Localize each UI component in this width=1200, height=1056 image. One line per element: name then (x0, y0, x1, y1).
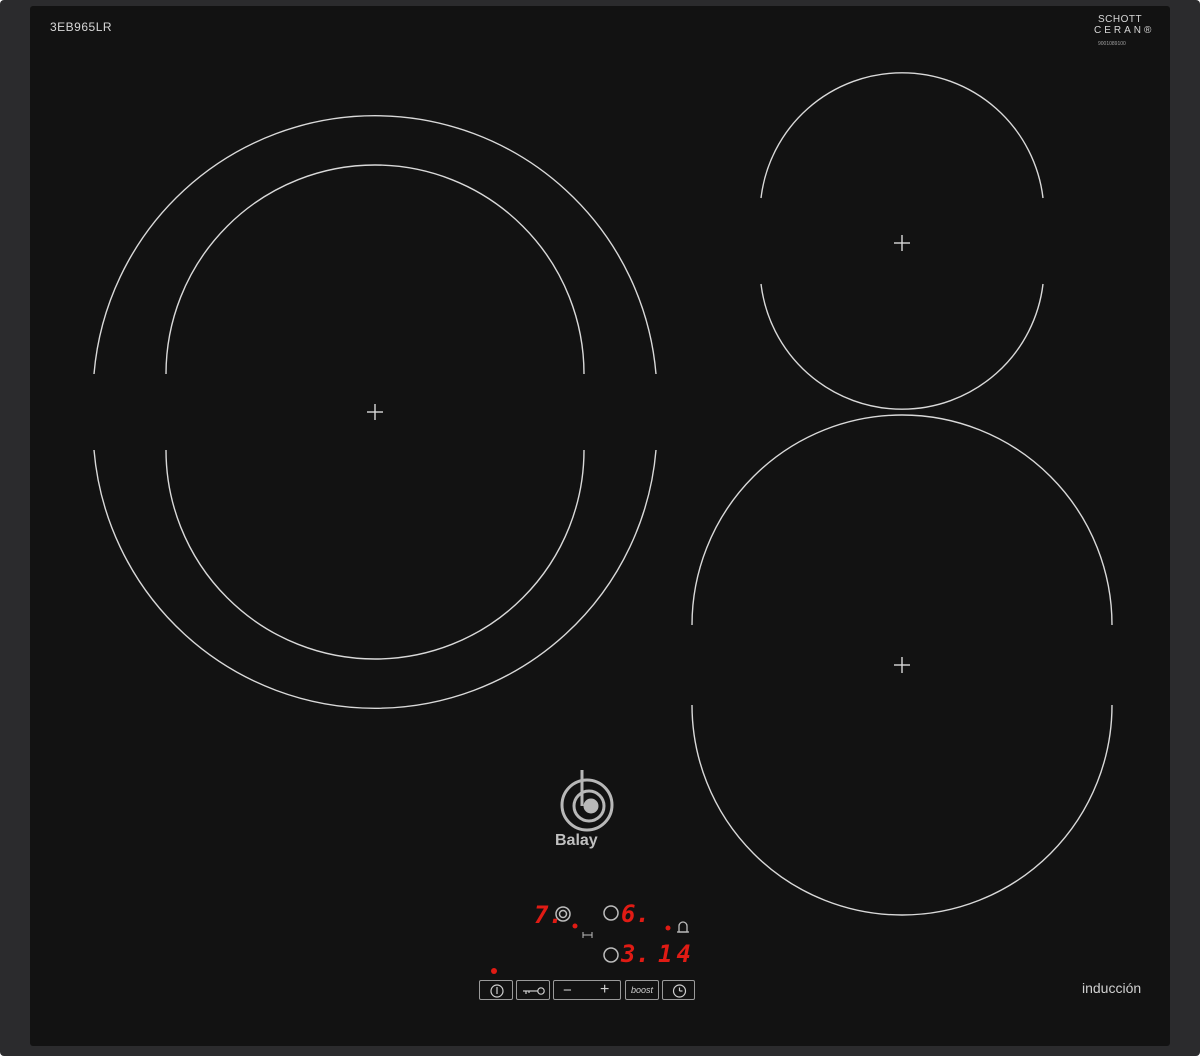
center-mark-left (367, 404, 383, 420)
induction-hob: 3EB965LR SCHOTT CERAN® 9001089100 Balay … (0, 0, 1200, 1056)
zone-bottom-right-ring-lower (691, 704, 1113, 916)
glass-brand-line2: CERAN® (1094, 25, 1155, 36)
zone-top-right-ring-lower (760, 283, 1044, 410)
status-dot-timer (665, 925, 671, 931)
balay-logo-icon (560, 770, 614, 832)
timer-button[interactable] (662, 980, 695, 1000)
boost-button[interactable]: boost (625, 980, 659, 1000)
power-button[interactable] (479, 980, 513, 1000)
dual-zone-outer-ring (93, 115, 657, 375)
level-display-rear-right: 6. (621, 900, 650, 928)
status-dot-front-left (572, 923, 578, 929)
clock-icon (672, 984, 687, 998)
dual-zone-inner-ring (165, 164, 585, 375)
minus-plus-slider[interactable]: − + (553, 980, 621, 1000)
bell-icon (677, 921, 689, 933)
cooking-zones (93, 72, 1113, 974)
dual-zone-outer-ring-lower (93, 449, 657, 709)
level-display-front-right: 3. (621, 940, 650, 968)
center-mark-bottom-right (894, 657, 910, 673)
child-lock-button[interactable] (516, 980, 550, 1000)
zone-top-right-ring (760, 72, 1044, 199)
glass-brand-line1: SCHOTT (1098, 14, 1143, 25)
level-display-front-left: 7. (534, 901, 563, 929)
zone-indicator-front-right-icon (603, 947, 619, 963)
timer-display: 14 (658, 940, 695, 968)
status-dot-power (491, 968, 497, 974)
model-number: 3EB965LR (50, 20, 113, 34)
timer-assign-icon (582, 932, 593, 938)
power-icon (490, 984, 504, 998)
center-mark-top-right (894, 235, 910, 251)
minus-button[interactable]: − (563, 982, 572, 999)
zone-bottom-right-ring (691, 414, 1113, 626)
serial-number: 9001089100 (1098, 41, 1126, 47)
boost-label: boost (631, 985, 654, 995)
key-lock-icon (523, 987, 545, 995)
induction-label: inducción (1082, 980, 1142, 996)
dual-zone-inner-ring-lower (165, 449, 585, 660)
brand-name: Balay (555, 832, 598, 849)
zone-indicator-rear-right-icon (603, 905, 619, 921)
plus-button[interactable]: + (600, 981, 609, 999)
